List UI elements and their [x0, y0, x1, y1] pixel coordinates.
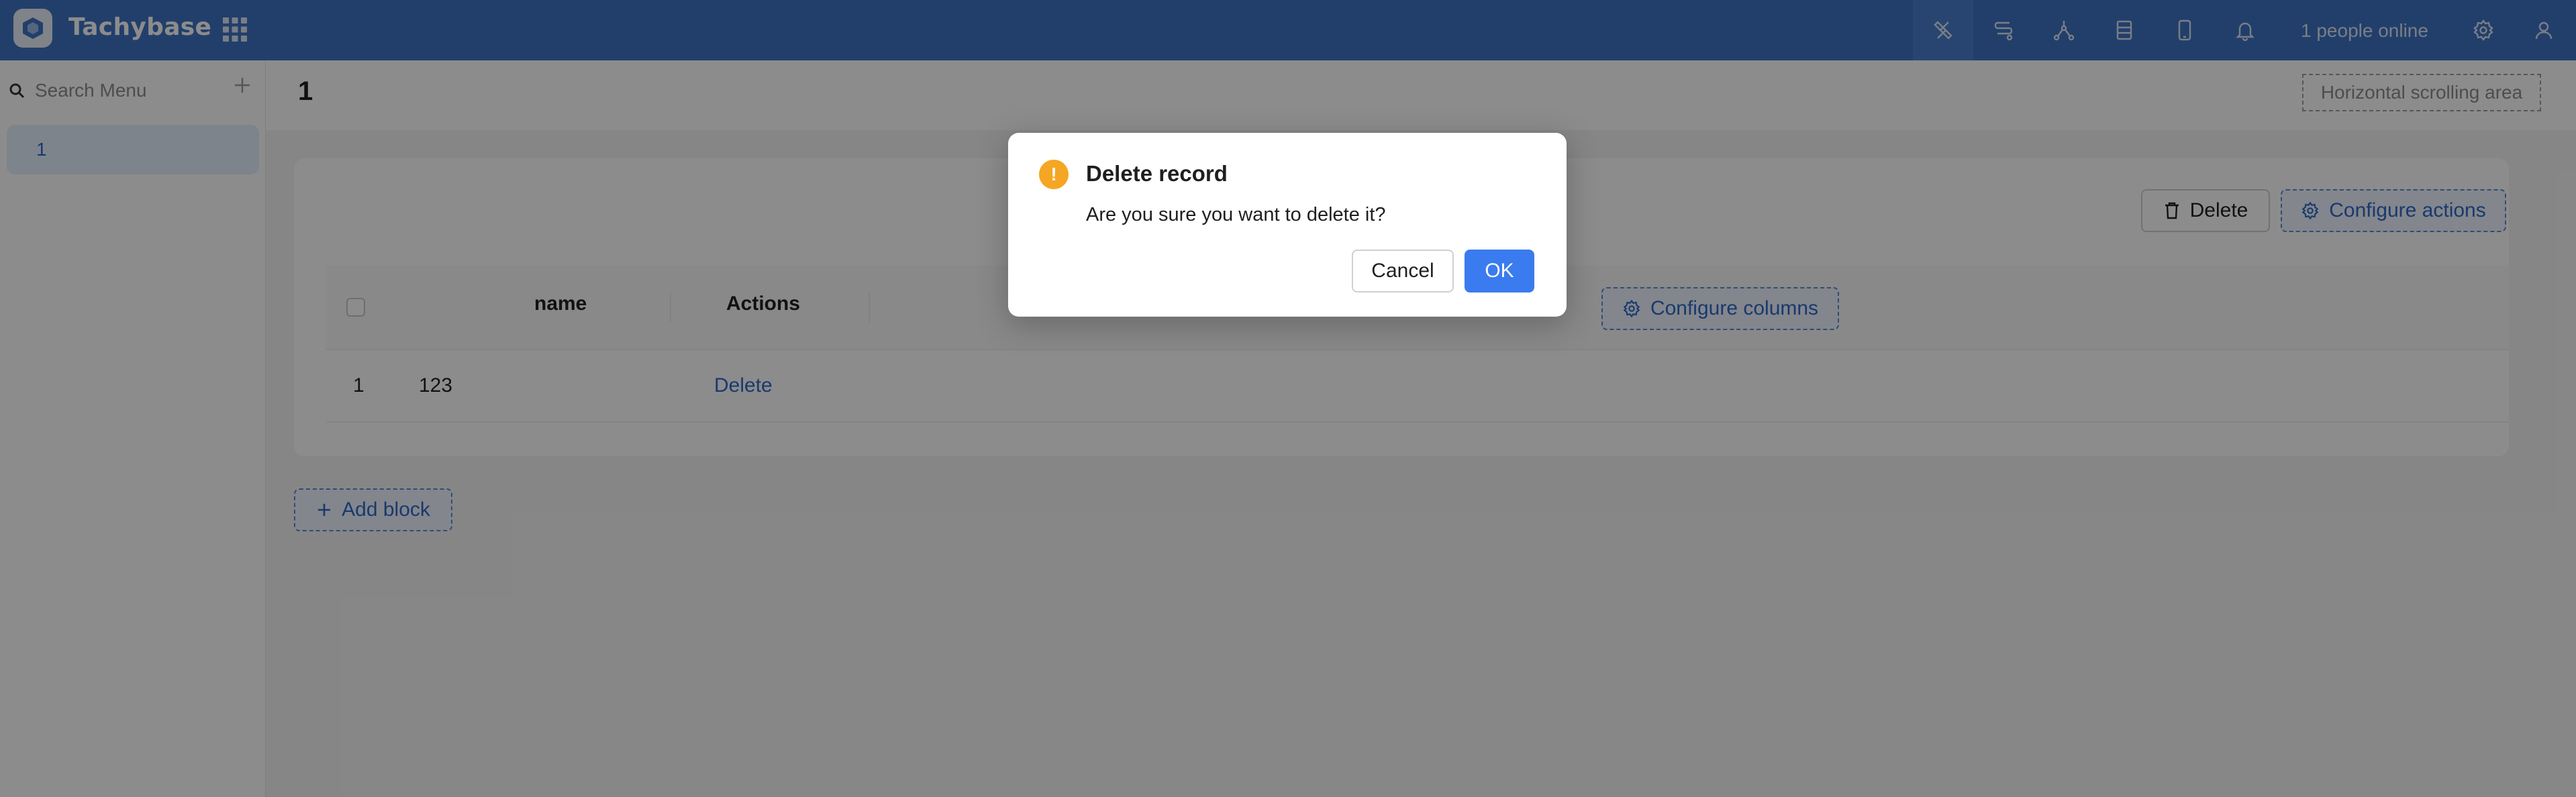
- ok-button[interactable]: OK: [1465, 250, 1534, 293]
- warning-icon: !: [1039, 160, 1069, 189]
- modal-mask[interactable]: [0, 0, 2576, 797]
- dialog-title: Delete record: [1086, 161, 1228, 186]
- delete-confirm-dialog: ! Delete record Are you sure you want to…: [1008, 133, 1567, 317]
- dialog-message: Are you sure you want to delete it?: [1086, 204, 1386, 225]
- cancel-button[interactable]: Cancel: [1352, 250, 1454, 293]
